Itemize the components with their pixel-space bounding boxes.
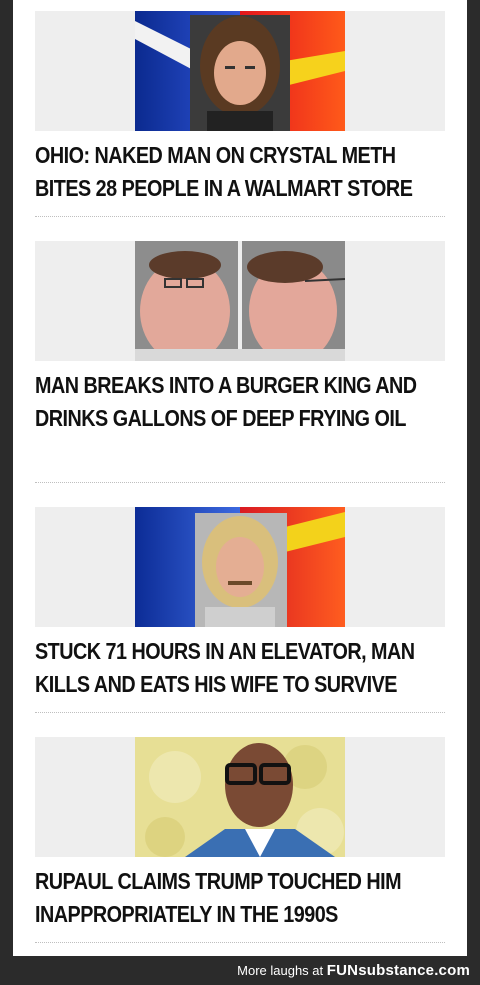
article-thumbnail[interactable] bbox=[35, 737, 445, 857]
article-item[interactable]: OHIO: NAKED MAN ON CRYSTAL METH BITES 28… bbox=[35, 11, 446, 217]
article-item[interactable]: STUCK 71 HOURS IN AN ELEVATOR, MAN KILLS… bbox=[35, 507, 446, 713]
mugshot-image bbox=[135, 507, 345, 627]
divider bbox=[35, 216, 445, 217]
article-headline[interactable]: MAN BREAKS INTO A BURGER KING AND DRINKS… bbox=[35, 369, 446, 435]
mugshot-image bbox=[135, 241, 345, 361]
article-headline[interactable]: STUCK 71 HOURS IN AN ELEVATOR, MAN KILLS… bbox=[35, 635, 446, 701]
divider bbox=[35, 942, 445, 943]
footer-prefix: More laughs at bbox=[237, 963, 324, 978]
brand-logo[interactable]: FUNsubstance.com bbox=[327, 962, 470, 979]
article-item[interactable]: RUPAUL CLAIMS TRUMP TOUCHED HIM INAPPROP… bbox=[35, 737, 446, 943]
article-headline[interactable]: OHIO: NAKED MAN ON CRYSTAL METH BITES 28… bbox=[35, 139, 446, 205]
article-thumbnail[interactable] bbox=[35, 507, 445, 627]
footer-bar: More laughs at FUNsubstance.com bbox=[0, 956, 480, 985]
mugshot-image bbox=[135, 11, 345, 131]
article-thumbnail[interactable] bbox=[35, 11, 445, 131]
article-thumbnail[interactable] bbox=[35, 241, 445, 361]
divider bbox=[35, 712, 445, 713]
portrait-image bbox=[135, 737, 345, 857]
footer-credit[interactable]: More laughs at FUNsubstance.com bbox=[237, 962, 470, 979]
article-item[interactable]: MAN BREAKS INTO A BURGER KING AND DRINKS… bbox=[35, 241, 446, 483]
divider bbox=[35, 482, 445, 483]
news-list: OHIO: NAKED MAN ON CRYSTAL METH BITES 28… bbox=[13, 0, 467, 956]
article-headline[interactable]: RUPAUL CLAIMS TRUMP TOUCHED HIM INAPPROP… bbox=[35, 865, 446, 931]
